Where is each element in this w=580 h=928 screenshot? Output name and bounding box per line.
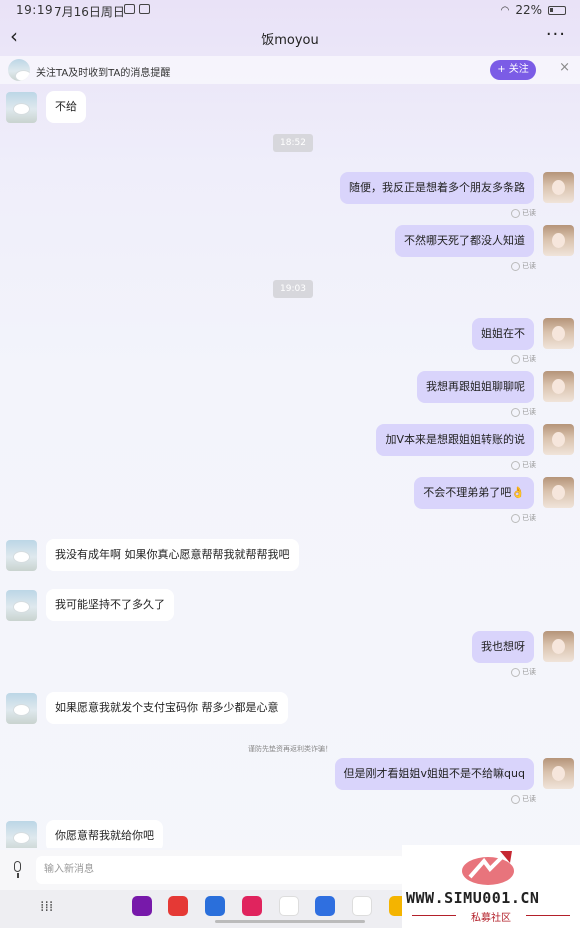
my-avatar[interactable] — [543, 225, 574, 256]
sender-avatar[interactable] — [6, 693, 37, 724]
my-avatar[interactable] — [543, 477, 574, 508]
watermark-logo — [462, 851, 514, 885]
mic-stem — [17, 873, 19, 878]
sender-avatar[interactable] — [6, 92, 37, 123]
my-avatar[interactable] — [543, 318, 574, 349]
pen-app-icon[interactable] — [205, 896, 225, 916]
watermark-site: WWW.SIMU001.CN — [406, 889, 540, 907]
mic-capsule — [14, 861, 21, 872]
message-input[interactable]: 输入新消息 — [36, 856, 406, 884]
read-receipt: 已读 — [511, 261, 536, 271]
wifi-icon: ◠ — [500, 4, 510, 16]
read-check-icon — [511, 794, 520, 804]
read-check-icon — [511, 208, 520, 218]
voice-input-icon[interactable] — [9, 861, 25, 879]
timestamp: 19:03 — [273, 280, 313, 298]
watermark-subtitle: 私募社区 — [471, 913, 511, 924]
messages-icon[interactable] — [315, 896, 335, 916]
browser-icon[interactable] — [352, 896, 372, 916]
read-label: 已读 — [522, 408, 536, 416]
read-check-icon — [511, 354, 520, 364]
message-bubble[interactable]: 你愿意帮我就给你吧 — [46, 820, 163, 848]
sender-avatar[interactable] — [6, 590, 37, 621]
read-receipt: 已读 — [511, 513, 536, 523]
message-bubble[interactable]: 姐姐在不 — [472, 318, 534, 350]
read-receipt: 已读 — [511, 460, 536, 470]
read-label: 已读 — [522, 514, 536, 522]
status-time: 19:19 — [16, 3, 54, 17]
message-bubble[interactable]: 我想再跟姐姐聊聊呢 — [417, 371, 534, 403]
camera-icon[interactable] — [242, 896, 262, 916]
fraud-warning: 谨防先垫资再返利类诈骗！ — [248, 745, 332, 753]
sender-avatar[interactable] — [6, 540, 37, 571]
read-check-icon — [511, 407, 520, 417]
my-avatar[interactable] — [543, 758, 574, 789]
read-receipt: 已读 — [511, 208, 536, 218]
read-check-icon — [511, 261, 520, 271]
watermark: WWW.SIMU001.CN 私募社区 — [402, 845, 580, 928]
read-label: 已读 — [522, 795, 536, 803]
status-right: ◠ 22% — [501, 3, 566, 17]
app-grid-icon[interactable]: ⁞⁞⁞ — [40, 899, 53, 915]
more-options-icon[interactable]: ··· — [546, 24, 566, 45]
chat-header: ‹ 饭moyou ··· — [0, 22, 580, 52]
follow-button[interactable]: + 关注 — [490, 60, 536, 80]
message-bubble[interactable]: 不然哪天死了都没人知道 — [395, 225, 534, 257]
home-indicator[interactable] — [215, 920, 365, 923]
read-label: 已读 — [522, 355, 536, 363]
read-label: 已读 — [522, 209, 536, 217]
status-bar: 19:19 7月16日周日 ◠ 22% — [0, 0, 580, 22]
battery-level: 22% — [515, 3, 542, 17]
notes-app-icon[interactable] — [168, 896, 188, 916]
chat-title: 饭moyou — [261, 33, 319, 48]
read-label: 已读 — [522, 262, 536, 270]
my-avatar[interactable] — [543, 172, 574, 203]
my-avatar[interactable] — [543, 424, 574, 455]
read-label: 已读 — [522, 461, 536, 469]
message-bubble[interactable]: 我也想呀 — [472, 631, 534, 663]
timestamp: 18:52 — [273, 134, 313, 152]
chat-list[interactable]: 不给 18:52 随便，我反正是想着多个朋友多条路 已读 不然哪天死了都没人知道… — [0, 86, 580, 848]
read-check-icon — [511, 513, 520, 523]
message-bubble[interactable]: 如果愿意我就发个支付宝码你 帮多少都是心意 — [46, 692, 288, 724]
follow-banner: 关注TA及时收到TA的消息提醒 + 关注 × — [0, 56, 580, 84]
message-bubble[interactable]: 加V本来是想跟姐姐转账的说 — [376, 424, 534, 456]
gallery-icon — [124, 4, 135, 14]
close-icon[interactable]: × — [559, 60, 570, 75]
contact-avatar — [8, 59, 30, 81]
message-bubble[interactable]: 我没有成年啊 如果你真心愿意帮帮我就帮帮我吧 — [46, 539, 299, 571]
battery-icon — [548, 5, 566, 15]
message-bubble[interactable]: 不给 — [46, 91, 86, 123]
message-icon — [139, 4, 150, 14]
read-check-icon — [511, 667, 520, 677]
follow-hint: 关注TA及时收到TA的消息提醒 — [36, 68, 171, 79]
read-receipt: 已读 — [511, 667, 536, 677]
message-bubble[interactable]: 但是刚才看姐姐v姐姐不是不给嘛quq — [334, 758, 534, 790]
notification-icons — [124, 4, 150, 14]
my-avatar[interactable] — [543, 371, 574, 402]
onenote-icon[interactable] — [132, 896, 152, 916]
message-bubble[interactable]: 不会不理弟弟了吧👌 — [414, 477, 534, 509]
status-date: 7月16日周日 — [54, 5, 125, 19]
my-avatar[interactable] — [543, 631, 574, 662]
read-check-icon — [511, 460, 520, 470]
read-label: 已读 — [522, 668, 536, 676]
message-bubble[interactable]: 随便，我反正是想着多个朋友多条路 — [340, 172, 534, 204]
read-receipt: 已读 — [511, 354, 536, 364]
read-receipt: 已读 — [511, 407, 536, 417]
sender-avatar[interactable] — [6, 821, 37, 848]
phone-icon[interactable] — [279, 896, 299, 916]
read-receipt: 已读 — [511, 794, 536, 804]
message-bubble[interactable]: 我可能坚持不了多久了 — [46, 589, 174, 621]
